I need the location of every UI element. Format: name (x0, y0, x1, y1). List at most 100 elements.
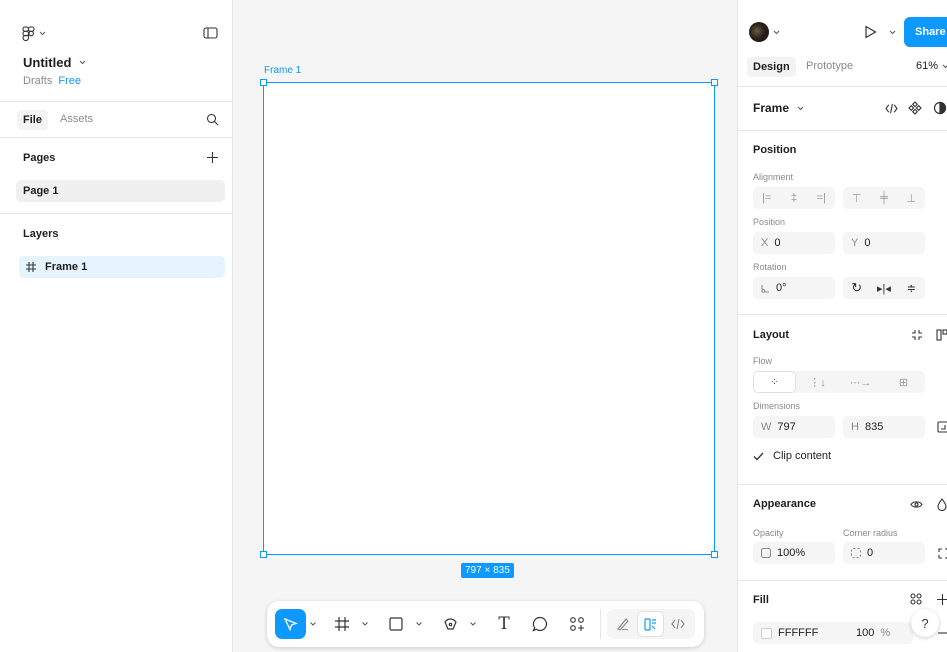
opacity-icon (761, 548, 771, 558)
zoom-dropdown[interactable]: 61% (916, 60, 947, 72)
page-item[interactable]: Page 1 (16, 180, 225, 202)
flow-grid-icon[interactable]: ⊞ (882, 376, 925, 389)
corners-icon (937, 547, 947, 559)
frame-1[interactable] (263, 82, 715, 555)
plus-icon (936, 593, 947, 605)
selection-type-dropdown[interactable]: Frame (753, 101, 804, 115)
tab-assets[interactable]: Assets (60, 113, 93, 125)
collapse-layout-button[interactable] (909, 327, 925, 343)
mask-button[interactable] (932, 100, 947, 116)
help-button[interactable]: ? (911, 609, 939, 637)
opacity-field[interactable]: 100% (753, 542, 835, 564)
right-panel: Share Design Prototype 61% Frame Positio… (737, 0, 947, 652)
flow-vertical-icon[interactable]: ⋮↓ (796, 376, 839, 389)
flow-selector: ⁘ ⋮↓ ⋯→ ⊞ (753, 371, 925, 393)
chevron-down-icon[interactable] (416, 622, 422, 626)
align-top-icon[interactable]: ⊤ (843, 192, 870, 205)
design-mode-button[interactable] (638, 612, 663, 636)
actions-button[interactable] (567, 614, 587, 634)
chevron-down-icon[interactable] (889, 30, 896, 35)
plan-badge[interactable]: Free (58, 75, 81, 87)
fill-color-field[interactable]: FFFFFF 100 % (753, 622, 913, 644)
comment-icon (532, 616, 548, 632)
minus-icon (937, 632, 947, 634)
align-middle-v-icon[interactable]: ╪ (870, 192, 897, 204)
main-menu-button[interactable] (22, 24, 46, 42)
align-left-icon[interactable]: |= (753, 192, 780, 204)
align-center-h-icon[interactable]: ‡ (780, 192, 807, 204)
add-fill-button[interactable] (934, 591, 947, 607)
search-button[interactable] (204, 111, 220, 127)
frame-tool-button[interactable] (333, 614, 351, 634)
layer-item-frame-1[interactable]: Frame 1 (19, 256, 225, 278)
frame-label[interactable]: Frame 1 (264, 65, 301, 76)
resize-handle-se[interactable] (711, 551, 718, 558)
pen-tool-button[interactable] (441, 614, 459, 634)
align-bottom-icon[interactable]: ⊥ (898, 192, 925, 205)
toggle-visibility-button[interactable] (908, 496, 924, 512)
width-field[interactable]: W 797 (753, 416, 835, 438)
flip-vertical-icon[interactable]: ≑ (898, 282, 925, 295)
inspect-code-button[interactable] (883, 100, 899, 116)
rectangle-tool-button[interactable] (387, 614, 405, 634)
rotation-field[interactable]: 0° (753, 277, 835, 299)
present-button[interactable] (862, 24, 878, 40)
flow-freeform-icon[interactable]: ⁘ (754, 372, 795, 392)
resize-icon (937, 421, 947, 433)
resize-handle-nw[interactable] (260, 79, 267, 86)
tab-design[interactable]: Design (747, 57, 796, 77)
dev-mode-button[interactable] (666, 613, 690, 635)
file-location[interactable]: Drafts (23, 75, 52, 87)
chevron-down-icon (797, 106, 804, 110)
flow-horizontal-icon[interactable]: ⋯→ (839, 376, 882, 389)
flip-horizontal-icon[interactable]: ▸|◂ (870, 282, 897, 295)
rectangle-icon (389, 617, 403, 631)
resize-handle-sw[interactable] (260, 551, 267, 558)
text-tool-button[interactable]: T (494, 613, 514, 635)
fill-styles-button[interactable] (908, 591, 924, 607)
position-heading: Position (753, 144, 797, 156)
add-page-button[interactable] (204, 149, 220, 165)
share-button[interactable]: Share (904, 17, 947, 47)
frame-icon (26, 262, 36, 272)
move-tool-button[interactable] (275, 609, 306, 639)
align-right-icon[interactable]: =| (808, 192, 835, 204)
cursor-icon (283, 617, 298, 631)
figma-logo-icon (22, 25, 35, 41)
create-component-button[interactable] (907, 100, 923, 116)
color-swatch[interactable] (761, 627, 772, 639)
height-field[interactable]: H 835 (843, 416, 925, 438)
blend-mode-button[interactable] (934, 496, 947, 512)
appearance-heading: Appearance (753, 498, 816, 510)
chevron-down-icon (80, 60, 86, 65)
comment-tool-button[interactable] (530, 614, 550, 634)
clip-content-checkbox[interactable]: Clip content (753, 450, 831, 462)
pages-heading: Pages (23, 152, 56, 164)
rotation-label: Rotation (753, 262, 787, 272)
chevron-down-icon[interactable] (362, 622, 368, 626)
draw-mode-button[interactable] (611, 613, 635, 635)
alignment-label: Alignment (753, 172, 794, 182)
x-position-field[interactable]: X 0 (753, 232, 835, 254)
eye-icon (909, 500, 923, 508)
mode-switcher (607, 609, 695, 639)
tab-prototype[interactable]: Prototype (806, 60, 853, 72)
account-menu[interactable] (749, 22, 780, 42)
chevron-down-icon (773, 30, 780, 34)
file-name-dropdown[interactable]: Untitled (23, 55, 86, 70)
size-badge: 797 × 835 (461, 563, 514, 578)
rotate-icon[interactable]: ↻ (843, 280, 870, 296)
corner-radius-field[interactable]: 0 (843, 542, 925, 564)
frame-icon (335, 617, 349, 631)
independent-corners-button[interactable] (935, 545, 947, 561)
component-icon (908, 101, 922, 115)
toggle-sidebar-button[interactable] (201, 25, 219, 41)
tab-file[interactable]: File (17, 110, 48, 130)
resize-to-fit-button[interactable] (935, 419, 947, 435)
chevron-down-icon[interactable] (470, 622, 476, 626)
styles-icon (910, 593, 922, 605)
layout-guide-button[interactable] (934, 327, 947, 343)
resize-handle-ne[interactable] (711, 79, 718, 86)
y-position-field[interactable]: Y 0 (843, 232, 925, 254)
chevron-down-icon[interactable] (310, 622, 316, 626)
